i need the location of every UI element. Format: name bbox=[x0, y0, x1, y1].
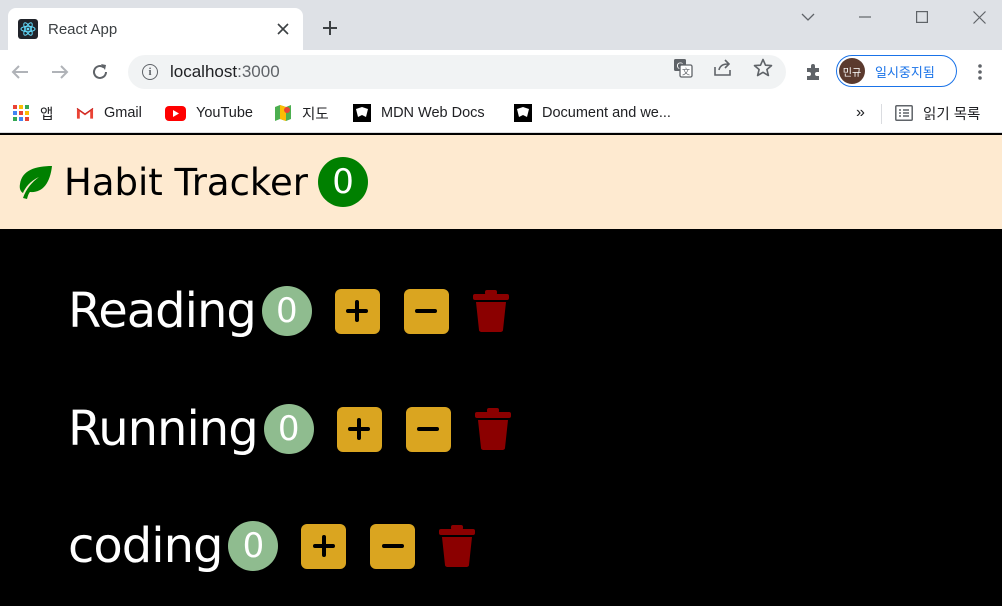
trash-icon bbox=[472, 290, 509, 332]
bookmarks-overflow-button[interactable]: » bbox=[856, 101, 865, 125]
minus-icon bbox=[417, 427, 440, 431]
delete-button[interactable] bbox=[473, 407, 513, 451]
profile-status-label: 일시중지됨 bbox=[875, 65, 935, 81]
decrease-button[interactable] bbox=[370, 523, 416, 569]
increase-button[interactable] bbox=[334, 288, 380, 334]
extensions-puzzle-icon[interactable] bbox=[801, 60, 825, 84]
decrease-button[interactable] bbox=[405, 406, 451, 452]
site-info-icon[interactable]: i bbox=[142, 64, 158, 80]
bookmark-label: 지도 bbox=[302, 106, 329, 123]
maps-icon bbox=[274, 104, 292, 122]
bookmarks-bar: 앱 Gmail YouTube 지도 MDN Web Docs Document… bbox=[0, 95, 1002, 133]
bookmark-youtube[interactable]: YouTube bbox=[165, 101, 253, 125]
bookmark-maps[interactable]: 지도 bbox=[274, 101, 329, 125]
habit-name: Running bbox=[68, 401, 259, 457]
bookmark-label: YouTube bbox=[196, 105, 253, 121]
increase-button[interactable] bbox=[336, 406, 382, 452]
habit-count-badge: 0 bbox=[263, 404, 314, 454]
minus-icon bbox=[415, 309, 438, 313]
bookmark-label: Gmail bbox=[104, 105, 142, 121]
leaf-icon bbox=[19, 166, 52, 199]
habit-list: Reading 0 Running 0 coding 0 bbox=[0, 229, 1002, 606]
delete-button[interactable] bbox=[471, 289, 511, 333]
habit-name: coding bbox=[68, 518, 223, 574]
close-window-icon[interactable] bbox=[959, 2, 999, 32]
bookmark-document-and-web[interactable]: Document and we... bbox=[514, 101, 671, 125]
decrease-button[interactable] bbox=[403, 288, 449, 334]
trash-icon bbox=[474, 408, 511, 450]
svg-text:文: 文 bbox=[682, 67, 690, 77]
minus-icon bbox=[381, 544, 404, 548]
forward-arrow-icon[interactable] bbox=[46, 58, 74, 86]
reading-list-icon bbox=[895, 104, 913, 122]
apps-grid-icon bbox=[12, 104, 30, 122]
plus-icon bbox=[348, 418, 371, 440]
url-text: localhost:3000 bbox=[170, 62, 280, 81]
tab-title: React App bbox=[48, 20, 118, 38]
plus-icon bbox=[346, 300, 369, 322]
mdn-icon bbox=[353, 104, 371, 122]
total-count-badge: 0 bbox=[318, 157, 369, 207]
chrome-menu-icon[interactable] bbox=[968, 60, 992, 84]
habit-item-coding: coding 0 bbox=[68, 516, 477, 576]
bookmark-mdn[interactable]: MDN Web Docs bbox=[353, 101, 485, 125]
browser-tab[interactable]: React App bbox=[8, 8, 303, 50]
habit-count-badge: 0 bbox=[261, 286, 312, 336]
bookmark-label: Document and we... bbox=[542, 105, 671, 121]
overflow-chevron-icon: » bbox=[856, 104, 865, 121]
habit-count-badge: 0 bbox=[228, 521, 279, 571]
minimize-icon[interactable] bbox=[845, 2, 885, 32]
reading-list-button[interactable]: 읽기 목록 bbox=[895, 101, 980, 125]
youtube-icon bbox=[165, 104, 186, 122]
bookmark-label: 앱 bbox=[40, 106, 54, 123]
maximize-icon[interactable] bbox=[902, 2, 942, 32]
habit-item-reading: Reading 0 bbox=[68, 281, 511, 341]
share-icon[interactable] bbox=[712, 57, 734, 79]
bookmark-label: MDN Web Docs bbox=[381, 105, 485, 121]
bookmark-gmail[interactable]: Gmail bbox=[76, 101, 142, 125]
close-tab-icon[interactable] bbox=[271, 17, 295, 41]
translate-icon[interactable]: G文 bbox=[672, 57, 694, 79]
reading-list-label: 읽기 목록 bbox=[923, 106, 981, 123]
page-title: Habit Tracker bbox=[64, 160, 309, 204]
tab-search-icon[interactable] bbox=[788, 2, 828, 32]
plus-icon bbox=[312, 535, 335, 557]
habit-item-running: Running 0 bbox=[68, 399, 513, 459]
delete-button[interactable] bbox=[437, 524, 477, 568]
bookmark-apps[interactable]: 앱 bbox=[12, 101, 53, 125]
react-logo-icon bbox=[18, 19, 38, 39]
habit-name: Reading bbox=[68, 283, 257, 339]
increase-button[interactable] bbox=[301, 523, 347, 569]
trash-icon bbox=[439, 525, 476, 567]
gmail-icon bbox=[76, 104, 94, 122]
mdn-icon bbox=[514, 104, 532, 122]
profile-button[interactable]: 민규 일시중지됨 bbox=[836, 55, 957, 87]
back-arrow-icon[interactable] bbox=[6, 58, 34, 86]
new-tab-button[interactable] bbox=[316, 14, 344, 42]
app-header: Habit Tracker 0 bbox=[0, 135, 1002, 229]
bookmark-star-icon[interactable] bbox=[752, 57, 774, 79]
avatar: 민규 bbox=[839, 58, 865, 84]
tab-strip: React App bbox=[0, 0, 1002, 50]
reload-icon[interactable] bbox=[86, 58, 114, 86]
bookmarks-divider bbox=[881, 104, 882, 124]
